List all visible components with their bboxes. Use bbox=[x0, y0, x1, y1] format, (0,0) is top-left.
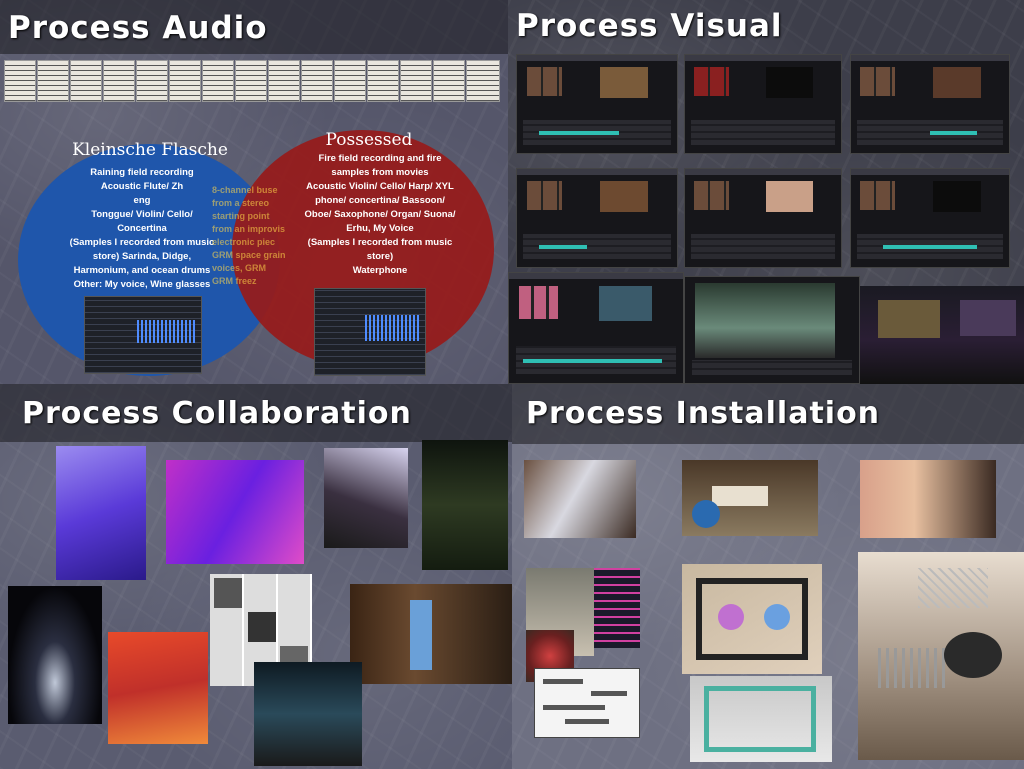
text-line: Erhu, My Voice bbox=[346, 223, 414, 234]
video-editor-screenshot bbox=[850, 54, 1010, 154]
text-line: Harmonium, and ocean drums bbox=[73, 265, 211, 276]
video-editor-screenshot bbox=[508, 272, 684, 384]
text-line: (Samples I recorded from music bbox=[69, 237, 215, 248]
text-line: voices, GRM bbox=[212, 263, 267, 273]
cathedral-photo-magenta bbox=[166, 460, 304, 564]
text-line: Acoustic Violin/ Cello/ Harp/ XYL bbox=[306, 181, 454, 192]
framed-glass-photo bbox=[682, 564, 822, 674]
text-line: Raining field recording bbox=[90, 167, 194, 178]
score-sheet bbox=[334, 60, 366, 102]
process-audio-heading: Process Audio bbox=[8, 10, 268, 46]
patch-screen-photo bbox=[594, 568, 640, 648]
text-line: Other: My voice, Wine glasses bbox=[73, 279, 211, 290]
possessed-instruments: Fire field recording and fire samples fr… bbox=[290, 152, 470, 278]
text-line: store) Sarinda, Didge, bbox=[92, 251, 192, 262]
score-sheet bbox=[103, 60, 135, 102]
breadboard bbox=[712, 486, 768, 506]
video-editor-screenshot bbox=[684, 54, 842, 154]
projection-screen bbox=[878, 300, 940, 338]
process-collaboration-panel: Process Collaboration bbox=[0, 384, 512, 769]
score-sheet bbox=[37, 60, 69, 102]
text-line: electronic piec bbox=[212, 237, 276, 247]
video-editor-screenshot bbox=[516, 168, 678, 268]
text-line: phone/ concertina/ Bassoon/ bbox=[315, 195, 445, 206]
score-sheet bbox=[433, 60, 465, 102]
rehearsal-photo bbox=[350, 584, 512, 684]
score-sheet bbox=[4, 60, 36, 102]
video-editor-screenshot bbox=[684, 168, 842, 268]
plotter-frame bbox=[704, 686, 816, 752]
kleinsche-flasche-instruments: Raining field recording Acoustic Flute/ … bbox=[54, 166, 230, 292]
text-line: 8-channel buse bbox=[212, 185, 278, 195]
daw-screenshot bbox=[314, 288, 426, 376]
text-line: samples from movies bbox=[331, 167, 429, 178]
dancer-hands-photo bbox=[422, 440, 508, 570]
daw-screenshot bbox=[84, 296, 202, 374]
camera-operator-photo bbox=[324, 448, 408, 548]
cathedral-photo-blue bbox=[56, 446, 146, 580]
score-sheet bbox=[202, 60, 234, 102]
process-visual-panel: Process Visual bbox=[508, 0, 1024, 384]
score-sheet bbox=[268, 60, 300, 102]
wire-sculpture bbox=[918, 568, 988, 608]
text-line: (Samples I recorded from music bbox=[307, 237, 453, 248]
glass-disc bbox=[764, 604, 790, 630]
score-sheet bbox=[235, 60, 267, 102]
possessed-title: Possessed bbox=[325, 130, 413, 150]
text-line: eng bbox=[133, 195, 151, 206]
score-sheet bbox=[367, 60, 399, 102]
process-collaboration-heading: Process Collaboration bbox=[22, 396, 412, 431]
text-line: Oboe/ Saxophone/ Organ/ Suona/ bbox=[304, 209, 456, 220]
score-sheet bbox=[169, 60, 201, 102]
process-audio-panel: Process Audio Kleinsche Flasche Raining … bbox=[0, 0, 508, 384]
monitor bbox=[960, 300, 1016, 336]
video-editor-screenshot bbox=[516, 54, 678, 154]
text-line: from an improvis bbox=[212, 224, 286, 234]
frame bbox=[696, 578, 808, 660]
installation-instruments-photo bbox=[858, 552, 1024, 760]
plotter-photo bbox=[690, 676, 832, 762]
text-line: Tonggue/ Violin/ Cello/ bbox=[91, 209, 193, 220]
cathedral-photo-red bbox=[108, 632, 208, 744]
circuit-board-photo bbox=[682, 460, 818, 536]
score-sheet bbox=[466, 60, 500, 102]
max-patch-screenshot bbox=[534, 668, 640, 738]
performer bbox=[410, 600, 432, 670]
stone-orb bbox=[944, 632, 1002, 678]
score-sheet bbox=[70, 60, 102, 102]
glass-instrument-photo bbox=[524, 460, 636, 538]
text-line: starting point bbox=[212, 211, 270, 221]
projection-room-photo bbox=[860, 286, 1024, 384]
metal-rods bbox=[878, 648, 948, 688]
text-line: Acoustic Flute/ Zh bbox=[100, 181, 184, 192]
glass-orb bbox=[692, 500, 720, 528]
glass-disc bbox=[718, 604, 744, 630]
process-visual-heading: Process Visual bbox=[516, 8, 783, 44]
process-installation-heading: Process Installation bbox=[526, 396, 881, 431]
text-line: store) bbox=[366, 251, 394, 262]
dancer-silhouette-photo bbox=[8, 586, 102, 724]
waveform bbox=[364, 314, 420, 341]
text-line: GRM space grain bbox=[212, 250, 286, 260]
text-line: from a stereo bbox=[212, 198, 270, 208]
waveform bbox=[137, 319, 196, 343]
process-installation-panel: Process Installation bbox=[512, 384, 1024, 769]
kleinsche-flasche-title: Kleinsche Flasche bbox=[72, 140, 228, 160]
video-editor-screenshot bbox=[850, 168, 1010, 268]
text-line: GRM freez bbox=[212, 276, 257, 286]
projection-performance-photo bbox=[254, 662, 362, 766]
text-line: Concertina bbox=[117, 223, 167, 234]
score-sheet bbox=[400, 60, 432, 102]
copper-pipes-photo bbox=[860, 460, 996, 538]
score-sheet bbox=[136, 60, 168, 102]
video-editor-screenshot bbox=[684, 276, 860, 384]
score-sheet bbox=[301, 60, 333, 102]
text-line: Waterphone bbox=[352, 265, 408, 276]
overlap-notes: 8-channel buse from a stereo starting po… bbox=[212, 184, 316, 288]
text-line: Fire field recording and fire bbox=[318, 153, 442, 164]
